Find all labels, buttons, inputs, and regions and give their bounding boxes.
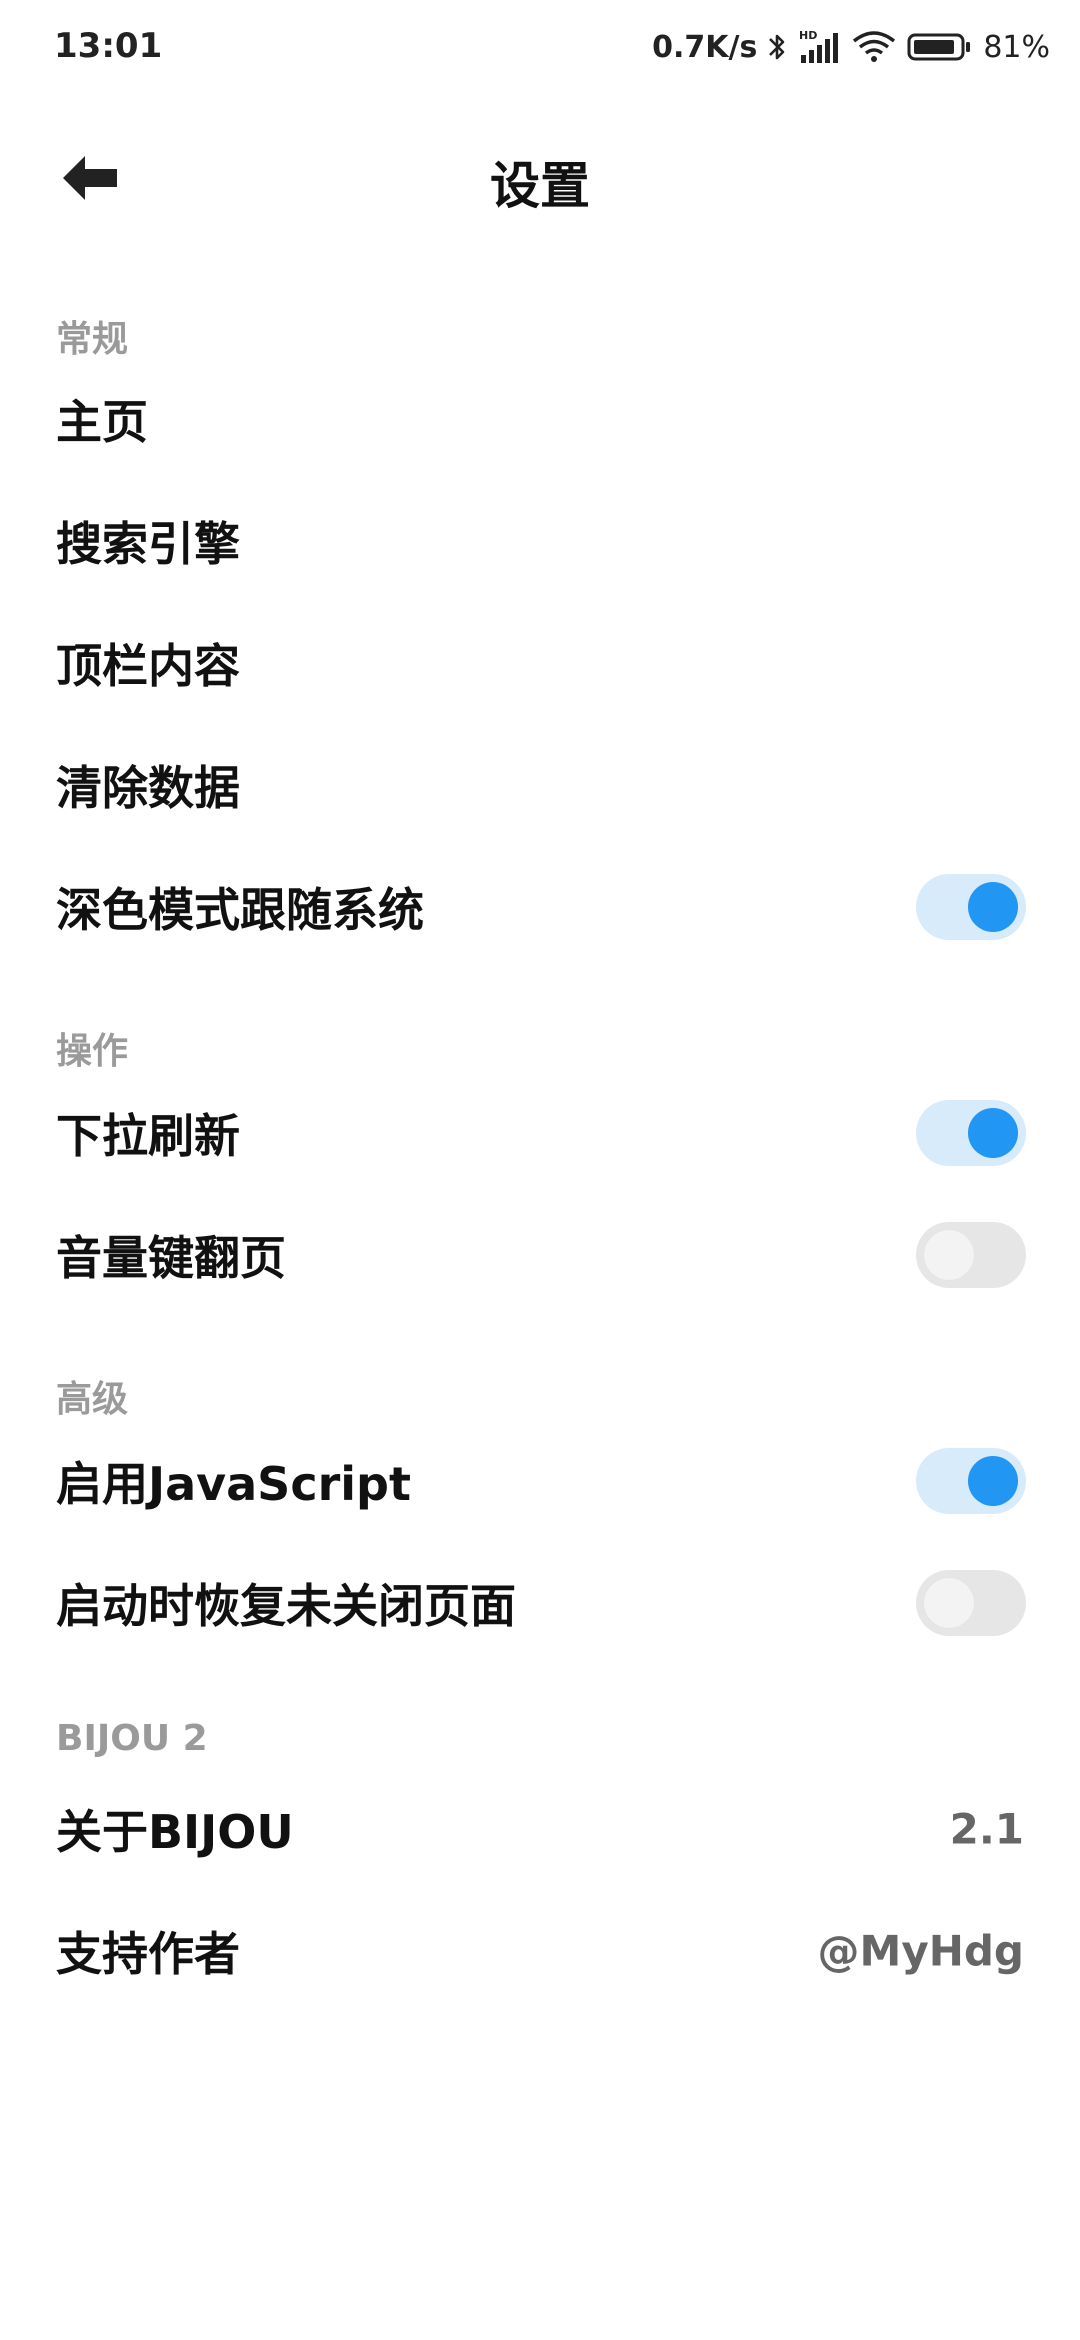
status-icons: 0.7K/s HD 81% (652, 24, 1050, 70)
setting-enable-javascript[interactable]: 启用JavaScript (0, 1420, 1080, 1542)
dark-mode-toggle[interactable] (916, 874, 1026, 940)
hd-signal-icon: HD (797, 29, 841, 65)
section-header-operation: 操作 (56, 1031, 129, 1072)
setting-support-author[interactable]: 支持作者 @MyHdg (0, 1890, 1080, 2012)
page-title: 设置 (490, 157, 590, 215)
setting-label: 顶栏内容 (56, 639, 240, 693)
setting-label: 搜索引擎 (56, 517, 240, 571)
section-header-advanced: 高级 (56, 1379, 129, 1420)
version-value: 2.1 (949, 1804, 1024, 1854)
setting-label: 深色模式跟随系统 (56, 883, 424, 937)
section-header-about: BIJOU 2 (56, 1718, 208, 1759)
svg-text:HD: HD (799, 29, 817, 42)
setting-label: 主页 (56, 395, 148, 449)
setting-label: 启用JavaScript (56, 1457, 411, 1511)
setting-search-engine[interactable]: 搜索引擎 (0, 480, 1080, 602)
toggle-knob (968, 1456, 1018, 1506)
battery-percent: 81% (983, 29, 1050, 65)
setting-restore-pages-on-start[interactable]: 启动时恢复未关闭页面 (0, 1542, 1080, 1664)
toggle-knob (968, 1108, 1018, 1158)
pull-to-refresh-toggle[interactable] (916, 1100, 1026, 1166)
setting-label: 清除数据 (56, 761, 240, 815)
setting-label: 启动时恢复未关闭页面 (56, 1579, 516, 1633)
status-bar: 13:01 0.7K/s HD 81% (0, 0, 1080, 96)
setting-label: 音量键翻页 (56, 1231, 286, 1285)
author-handle: @MyHdg (817, 1926, 1024, 1976)
restore-pages-toggle[interactable] (916, 1570, 1026, 1636)
volume-key-page-turn-toggle[interactable] (916, 1222, 1026, 1288)
setting-label: 支持作者 (56, 1927, 240, 1981)
battery-icon (907, 30, 973, 64)
setting-homepage[interactable]: 主页 (0, 358, 1080, 480)
javascript-toggle[interactable] (916, 1448, 1026, 1514)
setting-dark-mode-follow-system[interactable]: 深色模式跟随系统 (0, 846, 1080, 968)
wifi-icon (851, 29, 897, 65)
status-time: 13:01 (54, 26, 163, 66)
app-bar: 设置 (0, 120, 1080, 240)
setting-label: 下拉刷新 (56, 1109, 240, 1163)
setting-pull-to-refresh[interactable]: 下拉刷新 (0, 1072, 1080, 1194)
toggle-knob (968, 882, 1018, 932)
toggle-knob (924, 1230, 974, 1280)
setting-volume-key-page-turn[interactable]: 音量键翻页 (0, 1194, 1080, 1316)
setting-topbar-content[interactable]: 顶栏内容 (0, 602, 1080, 724)
setting-clear-data[interactable]: 清除数据 (0, 724, 1080, 846)
net-speed: 0.7K/s (652, 29, 758, 65)
section-header-general: 常规 (56, 319, 129, 360)
bluetooth-icon (767, 30, 787, 64)
setting-about-bijou[interactable]: 关于BIJOU 2.1 (0, 1768, 1080, 1890)
setting-label: 关于BIJOU (56, 1805, 294, 1859)
toggle-knob (924, 1578, 974, 1628)
